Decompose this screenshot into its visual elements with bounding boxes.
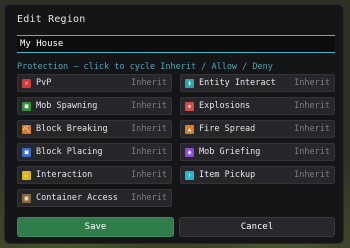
item-pickup-icon: ↑ bbox=[185, 170, 194, 180]
flag-state: Inherit bbox=[131, 101, 167, 111]
flag-label: Interaction bbox=[36, 170, 93, 180]
edit-region-dialog: Edit Region Protection — click to cycle … bbox=[4, 4, 344, 244]
flag-label: Entity Interact bbox=[199, 78, 276, 88]
flag-container-access[interactable]: ▣ Container Access Inherit bbox=[17, 189, 172, 207]
flag-mob-spawning[interactable]: ■ Mob Spawning Inherit bbox=[17, 97, 172, 115]
flag-state: Inherit bbox=[294, 147, 330, 157]
flag-label: Mob Spawning bbox=[36, 101, 98, 111]
region-name-input[interactable] bbox=[17, 35, 335, 53]
flag-state: Inherit bbox=[294, 78, 330, 88]
block-placing-icon: ■ bbox=[22, 147, 31, 157]
flag-pvp[interactable]: ✕ PvP Inherit bbox=[17, 74, 172, 92]
flag-state: Inherit bbox=[131, 170, 167, 180]
block-breaking-icon: ⛏ bbox=[22, 124, 31, 134]
explosions-icon: ✸ bbox=[185, 101, 194, 111]
protection-hint: Protection — click to cycle Inherit / Al… bbox=[17, 62, 273, 72]
flag-state: Inherit bbox=[294, 170, 330, 180]
flag-state: Inherit bbox=[131, 124, 167, 134]
flag-label: Block Placing bbox=[36, 147, 103, 157]
flag-state: Inherit bbox=[131, 78, 167, 88]
interaction-icon: ✋ bbox=[22, 170, 31, 180]
flag-label: Container Access bbox=[36, 193, 118, 203]
container-access-icon: ▣ bbox=[22, 193, 31, 203]
entity-interact-icon: ▮ bbox=[185, 78, 194, 88]
flag-label: Explosions bbox=[199, 101, 251, 111]
flag-entity-interact[interactable]: ▮ Entity Interact Inherit bbox=[180, 74, 335, 92]
flag-state: Inherit bbox=[294, 124, 330, 134]
flag-explosions[interactable]: ✸ Explosions Inherit bbox=[180, 97, 335, 115]
fire-spread-icon: ▲ bbox=[185, 124, 194, 134]
flag-block-breaking[interactable]: ⛏ Block Breaking Inherit bbox=[17, 120, 172, 138]
flag-state: Inherit bbox=[131, 193, 167, 203]
flag-state: Inherit bbox=[131, 147, 167, 157]
pvp-icon: ✕ bbox=[22, 78, 31, 88]
dialog-title: Edit Region bbox=[17, 14, 86, 25]
save-button[interactable]: Save bbox=[17, 217, 174, 237]
flag-item-pickup[interactable]: ↑ Item Pickup Inherit bbox=[180, 166, 335, 184]
flag-label: Item Pickup bbox=[199, 170, 256, 180]
flag-label: Fire Spread bbox=[199, 124, 256, 134]
flag-label: Block Breaking bbox=[36, 124, 108, 134]
flag-fire-spread[interactable]: ▲ Fire Spread Inherit bbox=[180, 120, 335, 138]
cancel-button[interactable]: Cancel bbox=[179, 217, 335, 237]
flag-block-placing[interactable]: ■ Block Placing Inherit bbox=[17, 143, 172, 161]
flag-mob-griefing[interactable]: ◉ Mob Griefing Inherit bbox=[180, 143, 335, 161]
mob-spawning-icon: ■ bbox=[22, 101, 31, 111]
mob-griefing-icon: ◉ bbox=[185, 147, 194, 157]
flag-label: PvP bbox=[36, 78, 52, 88]
flag-label: Mob Griefing bbox=[199, 147, 261, 157]
flag-state: Inherit bbox=[294, 101, 330, 111]
flag-interaction[interactable]: ✋ Interaction Inherit bbox=[17, 166, 172, 184]
